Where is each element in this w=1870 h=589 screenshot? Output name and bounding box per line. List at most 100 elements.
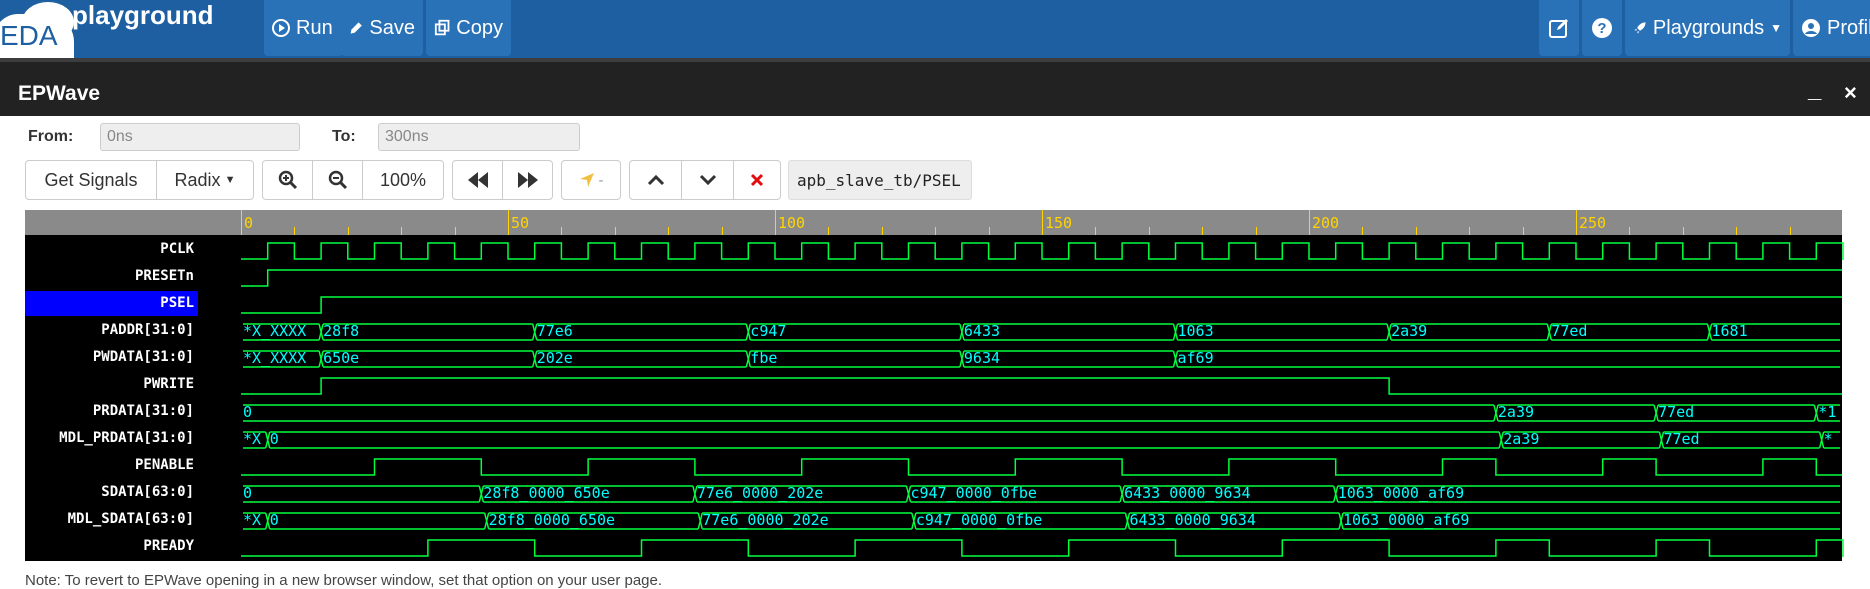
fast-backward-icon [467, 172, 488, 188]
question-circle-icon: ? [1592, 18, 1612, 38]
signal-name-presetn[interactable]: PRESETn [25, 264, 198, 289]
zoom-out-button[interactable] [312, 160, 363, 200]
ruler-minor-tick [1255, 227, 1257, 235]
epwave-window-titlebar: EPWave _ × [0, 58, 1870, 116]
waveform-panel[interactable] [25, 210, 1842, 561]
edit-square-icon [1549, 19, 1568, 38]
cursor-marker-label: - [598, 171, 604, 189]
move-signal-down-button[interactable] [681, 160, 734, 200]
signal-name-mdl-prdata-31-0[interactable]: MDL_PRDATA[31:0] [25, 426, 198, 451]
play-circle-icon [272, 19, 290, 37]
to-input[interactable] [378, 123, 580, 151]
time-ruler[interactable]: 0 50 100 150 200 250 [25, 210, 1842, 235]
signal-name-pready[interactable]: PREADY [25, 534, 198, 559]
bus-value-label: 1063_0000_af69 [1337, 484, 1465, 502]
radix-dropdown[interactable]: Radix ▼ [156, 160, 254, 200]
zoom-level-button[interactable]: 100% [362, 160, 444, 200]
ruler-minor-tick [935, 227, 937, 235]
bus-value-label: *X [243, 511, 262, 529]
run-button[interactable]: Run [264, 0, 343, 56]
logo-brand-text: playground [72, 0, 214, 30]
bus-value-label: 28f8 [323, 322, 360, 340]
zoom-in-button[interactable] [262, 160, 313, 200]
signal-name-psel[interactable]: PSEL [25, 291, 198, 316]
close-icon [750, 173, 764, 187]
ruler-tick-label: 0 [244, 214, 254, 232]
bus-value-label: 6433_0000_9634 [1129, 511, 1256, 529]
bus-value-label: 2a39 [1503, 430, 1540, 448]
run-label: Run [296, 16, 333, 39]
ruler-minor-tick [347, 227, 349, 235]
playgrounds-label: Playgrounds [1652, 16, 1765, 39]
ruler-minor-tick [614, 227, 616, 235]
signal-name-pclk[interactable]: PCLK [25, 237, 198, 262]
save-label: Save [369, 16, 415, 39]
ruler-tick-label: 50 [511, 214, 530, 232]
signal-name-sdata-63-0[interactable]: SDATA[63:0] [25, 480, 198, 505]
bus-value-label: c947_0000_0fbe [915, 511, 1043, 529]
signal-name-pwrite[interactable]: PWRITE [25, 372, 198, 397]
ruler-minor-tick [1362, 227, 1364, 235]
bus-value-label: 28f8_0000_650e [483, 484, 610, 502]
from-label: From: [28, 128, 74, 145]
copy-icon [434, 19, 450, 36]
bus-value-label: fbe [750, 349, 778, 367]
bus-value-label: 77e6_0000_202e [702, 511, 829, 529]
cursor-marker-button[interactable]: - [561, 160, 621, 200]
ruler-minor-tick [294, 227, 296, 235]
bus-value-label: 9634 [963, 349, 1001, 367]
top-navbar: EDA playground Run Save Copy ? Playgroun… [0, 0, 1870, 60]
bus-value-label: * [1823, 430, 1833, 448]
move-signal-up-button[interactable] [629, 160, 682, 200]
bus-value-label: 0 [243, 484, 253, 502]
help-button[interactable]: ? [1582, 0, 1622, 56]
caret-down-icon: ▼ [224, 174, 236, 186]
ruler-tick-label: 150 [1045, 214, 1073, 232]
ruler-major-tick [775, 210, 776, 235]
close-window-button[interactable]: × [1844, 80, 1857, 106]
edit-profile-button[interactable] [1539, 0, 1579, 56]
ruler-minor-tick [401, 227, 403, 235]
ruler-minor-tick [1202, 227, 1204, 235]
window-title: EPWave [18, 82, 101, 105]
next-edge-button[interactable] [502, 160, 553, 200]
signal-name-pwdata-31-0[interactable]: PWDATA[31:0] [25, 345, 198, 370]
ruler-major-tick [1309, 210, 1310, 235]
prev-edge-button[interactable] [452, 160, 503, 200]
signal-name-paddr-31-0[interactable]: PADDR[31:0] [25, 318, 198, 343]
profile-menu[interactable]: Profil [1793, 0, 1870, 56]
remove-signal-button[interactable] [733, 160, 781, 200]
signal-name-prdata-31-0[interactable]: PRDATA[31:0] [25, 399, 198, 424]
get-signals-button[interactable]: Get Signals [25, 160, 157, 200]
save-button[interactable]: Save [341, 0, 423, 56]
ruler-minor-tick [1629, 227, 1631, 235]
bus-value-label: c947_0000_0fbe [910, 484, 1037, 502]
bus-value-label: 77ed [1551, 322, 1588, 340]
bus-value-label: 2a39 [1497, 403, 1535, 421]
signal-name-mdl-sdata-63-0[interactable]: MDL_SDATA[63:0] [25, 507, 198, 532]
bus-value-label: 28f8_0000_650e [488, 511, 616, 529]
ruler-minor-tick [561, 227, 563, 235]
ruler-minor-tick [1095, 227, 1097, 235]
ruler-minor-tick [988, 227, 990, 235]
ruler-minor-tick [1469, 227, 1471, 235]
minimize-button[interactable]: _ [1808, 76, 1821, 104]
bus-value-label: 6433_0000_9634 [1124, 484, 1251, 502]
bus-value-label: 650e [323, 349, 360, 367]
bus-value-label: 0 [243, 403, 253, 421]
selected-signal-path: apb_slave_tb/PSEL [788, 160, 972, 200]
edaplayground-logo[interactable]: EDA playground [0, 0, 240, 60]
logo-eda-text: EDA [0, 20, 58, 51]
from-input[interactable] [100, 123, 300, 151]
ruler-minor-tick [881, 227, 883, 235]
playgrounds-dropdown[interactable]: Playgrounds ▼ [1625, 0, 1790, 56]
get-signals-label: Get Signals [44, 169, 138, 190]
signal-name-penable[interactable]: PENABLE [25, 453, 198, 478]
ruler-minor-tick [1522, 227, 1524, 235]
zoom-out-icon [328, 170, 347, 190]
zoom-in-icon [278, 170, 297, 190]
bus-value-label: af69 [1177, 349, 1214, 367]
bus-value-label: 0 [269, 430, 279, 448]
footer-note: Note: To revert to EPWave opening in a n… [25, 572, 663, 589]
copy-button[interactable]: Copy [426, 0, 511, 56]
